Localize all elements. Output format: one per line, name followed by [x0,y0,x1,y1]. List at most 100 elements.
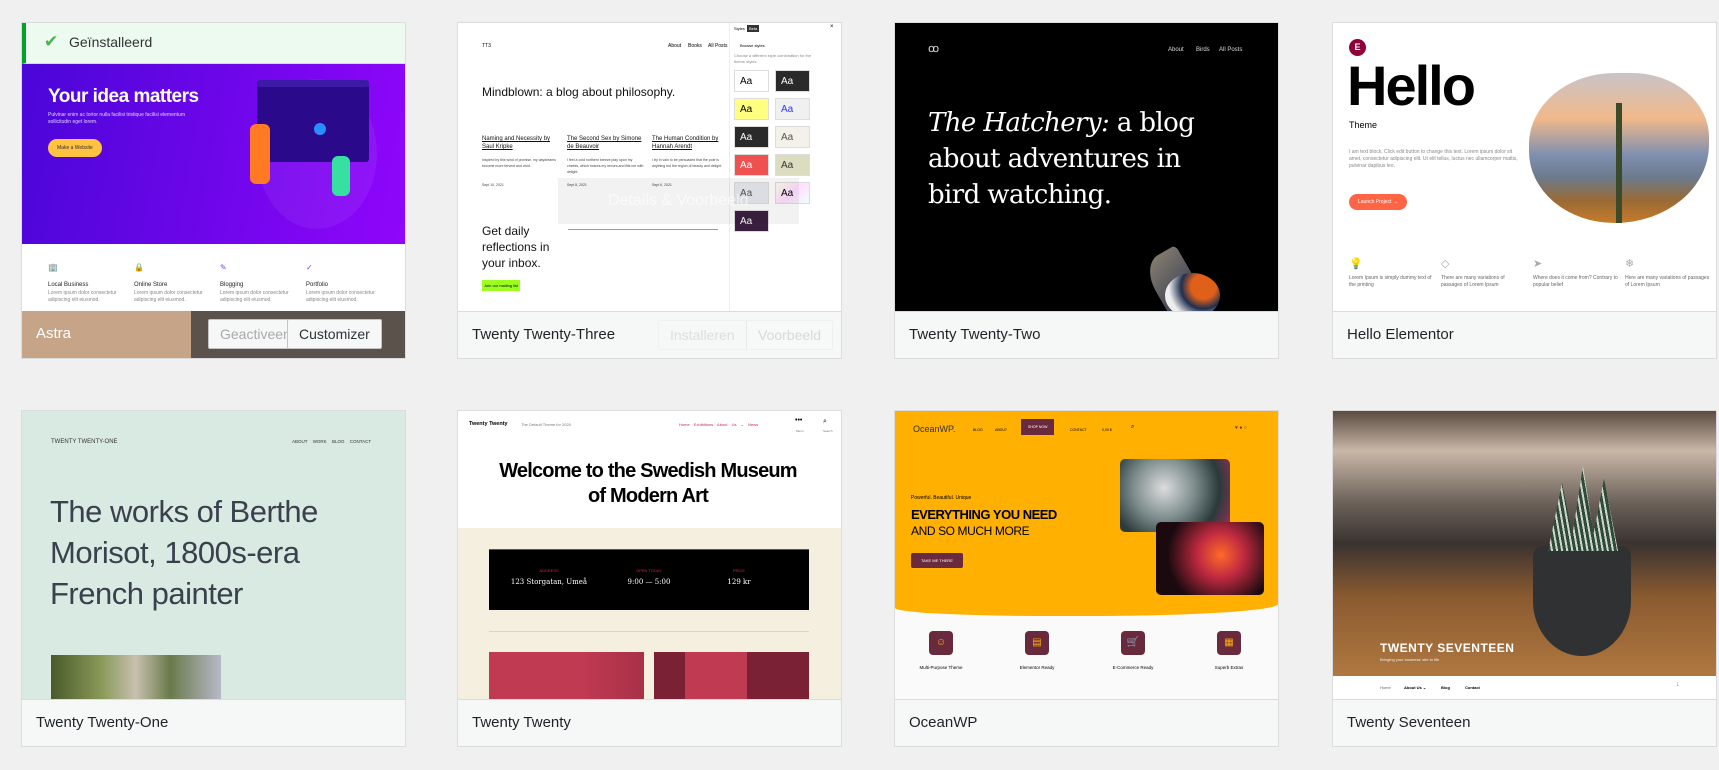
info-box: ADDRESS 123 Storgatan, Umeå OPEN TODAY 9:… [489,549,809,610]
social-icons: ♥ ● ○ [1235,425,1247,431]
theme-screenshot[interactable]: E Hello Theme I am text block. Click edi… [1333,23,1716,311]
theme-name: OceanWP [909,714,978,731]
illustration-screen [257,80,369,162]
preview-nav: Books [688,43,702,49]
preview-nav: ABOUT WORK BLOG CONTACT [292,439,371,444]
feature-text: Where does it come from? Contrary to pop… [1533,275,1618,288]
preview-text: I am text block. Click edit button to ch… [1349,149,1518,169]
installed-notice: ✔ Geïnstalleerd [22,23,405,64]
preview-nav: CONTACT [1070,428,1087,432]
search-icon: ⌕ [823,418,827,425]
preview-button[interactable]: Voorbeeld [746,320,834,350]
feature-text: There are many variations of passages of… [1441,275,1505,288]
preview-logo: OceanWP. [913,424,956,434]
info-value: 9:00 — 5:00 [627,578,671,586]
theme-card-twenty-twenty-two[interactable]: ꝏ About Birds All Posts The Hatchery: a … [894,22,1279,359]
feature-text: Lorem Ipsum is simply dummy text of the … [1349,275,1432,288]
hero-title: Your idea matters [48,86,199,107]
hero-cta: Make a Website [48,139,102,157]
close-icon: × [830,24,834,30]
check-icon: ✔ [44,32,59,51]
installed-label: Geïnstalleerd [69,34,153,50]
feature-icon: ➤ [1533,258,1543,270]
style-swatch: Aa [734,126,769,148]
preview-nav: SHOP NOW [1021,419,1055,435]
bird-body [1165,273,1220,311]
style-swatch: Aa [775,154,810,176]
theme-screenshot[interactable]: Twenty Twenty The Default Theme for 2020… [458,411,841,699]
hero-photo [1333,411,1716,676]
feature-icon: 🛒 [1121,631,1145,655]
panel-desc: Choose a different style combination for… [734,53,812,64]
feature-icon: ▦ [1217,631,1241,655]
theme-screenshot[interactable]: TT3 About Books All Posts Mindblown: a b… [458,23,841,311]
preview-nav: About [1168,47,1184,53]
customizer-button[interactable]: Customizer [287,319,382,349]
theme-screenshot[interactable]: TWENTY SEVENTEEN Bringing your business'… [1333,411,1716,699]
preview-nav: ABOUT [995,428,1008,432]
theme-footer: Twenty Twenty-Three Installeren Voorbeel… [458,311,841,358]
theme-screenshot[interactable]: ✔ Geïnstalleerd Your idea matters Pulvin… [22,23,405,311]
nav-item: About Us ⌄ [717,422,744,427]
nav-item: Exhibitions [693,422,714,427]
styles-panel: Styles Beta × Browse styles Choose a dif… [729,23,841,311]
preview-title: AND SO MUCH MORE [911,524,1030,538]
preview-title: TWENTY SEVENTEEN [1380,641,1515,655]
block-image [489,652,644,699]
title-italic: The Hatchery: [928,108,1110,138]
feature-icon: ☺ [929,631,953,655]
preview-title: The works of Berthe Morisot, 1800s-era F… [50,494,318,611]
painting-image [51,655,221,699]
style-swatch: Aa [734,70,769,92]
theme-card-astra[interactable]: ✔ Geïnstalleerd Your idea matters Pulvin… [21,22,406,359]
theme-card-oceanwp[interactable]: OceanWP. BLOG ABOUT SHOP NOW CONTACT 0,0… [894,410,1279,747]
feature-icon: 💡 [1349,258,1363,270]
theme-card-twenty-seventeen[interactable]: TWENTY SEVENTEEN Bringing your business'… [1332,410,1717,747]
nav-item: CONTACT [349,439,372,444]
search-label: Search [823,429,833,433]
preview-subtitle: Theme [1349,120,1378,130]
preview-tagline: The Default Theme for 2020 [521,422,571,427]
theme-screenshot[interactable]: OceanWP. BLOG ABOUT SHOP NOW CONTACT 0,0… [895,411,1278,699]
theme-card-twenty-twenty-three[interactable]: TT3 About Books All Posts Mindblown: a b… [457,22,842,359]
feature-icon: 🔒 [134,263,144,272]
menu-label: Menu [796,429,804,433]
theme-card-hello-elementor[interactable]: E Hello Theme I am text block. Click edi… [1332,22,1717,359]
menu-icon: ••• [795,417,803,424]
post-date: Sept 10, 2021 [482,183,504,187]
post-title: The Second Sex by Simone de Beauvoir [567,136,642,150]
style-swatch: Aa [775,70,810,92]
preview-title: EVERYTHING YOU NEED [911,507,1057,522]
feature-text: Lorem ipsum dolor consectetur adipiscing… [306,290,375,303]
block-image [654,652,809,699]
preview-nav: About [668,43,682,49]
hero-subtitle: Pulvinar enim ac tortor nulla facilisi t… [48,112,185,125]
theme-screenshot[interactable]: TWENTY TWENTY-ONE ABOUT WORK BLOG CONTAC… [22,411,405,699]
feature-icon: 🏢 [48,263,58,272]
post-excerpt: I try in vain to be persuaded that the p… [652,158,723,168]
theme-screenshot[interactable]: ꝏ About Birds All Posts The Hatchery: a … [895,23,1278,311]
plant-pot [1533,546,1631,656]
post-title: The Human Condition by Hannah Arendt [652,136,719,150]
theme-footer: Twenty Twenty-One [22,699,405,746]
install-button[interactable]: Installeren [658,320,747,350]
preview-tagline: Bringing your business' site to life [1380,657,1440,662]
theme-footer: Hello Elementor [1333,311,1716,358]
activated-button[interactable]: Geactiveerd [208,319,295,349]
theme-card-twenty-twenty[interactable]: Twenty Twenty The Default Theme for 2020… [457,410,842,747]
style-swatch: Aa [775,126,810,148]
preview-logo: TWENTY TWENTY-ONE [51,439,118,445]
details-overlay[interactable]: Details & Voorbeeld [558,178,799,224]
preview-title: Mindblown: a blog about philosophy. [482,85,676,99]
preview-title: Hello [1347,54,1476,117]
info-label: PRICE [732,568,746,573]
preview-nav: All Posts [1219,47,1243,53]
info-label: OPEN TODAY [636,568,662,573]
nav-item: WORK [312,439,327,444]
style-swatch: Aa [734,98,769,120]
preview-title: The Hatchery: a blog about adventures in… [928,105,1218,213]
nav-item: About Us ⌄ [1404,685,1427,690]
panel-title: Styles [734,26,745,31]
style-swatch: Aa [775,98,810,120]
theme-card-twenty-twenty-one[interactable]: TWENTY TWENTY-ONE ABOUT WORK BLOG CONTAC… [21,410,406,747]
